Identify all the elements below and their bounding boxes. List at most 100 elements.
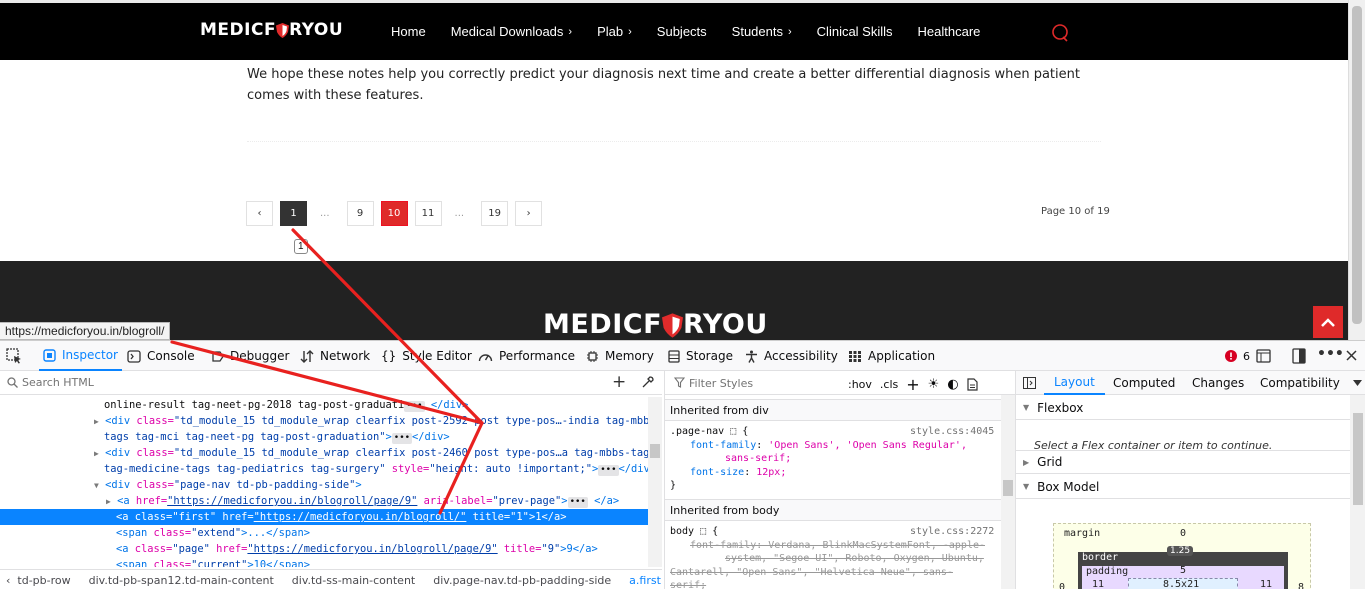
nav-plab[interactable]: Plab › [597, 24, 632, 39]
markup-scrollbar[interactable] [648, 397, 662, 567]
tab-memory[interactable]: Memory [586, 341, 654, 371]
nav-clinical-skills[interactable]: Clinical Skills [817, 24, 893, 39]
add-node-icon[interactable]: + [612, 372, 626, 392]
page-1-button[interactable]: 1 [280, 200, 307, 226]
tree-line[interactable]: <span class="extend">...</span> [116, 525, 310, 541]
eyedropper-icon[interactable] [641, 376, 654, 389]
breadcrumb-item[interactable]: div.td-pb-span12.td-main-content [89, 574, 274, 587]
light-mode-icon[interactable]: ☀ [928, 377, 940, 392]
css-rule[interactable]: body ⬚ {style.css:2272 font-family: Verd… [670, 525, 994, 589]
back-to-top-button[interactable] [1313, 306, 1343, 338]
tree-line[interactable]: tag-medicine-tags tag-pediatrics tag-sur… [104, 461, 648, 477]
tree-line[interactable]: ▶ <a href="https://medicforyou.in/blogro… [106, 493, 619, 509]
expand-arrow-icon[interactable]: ▶ [94, 449, 99, 458]
tree-line[interactable]: ▼ <div class="page-nav td-pb-padding-sid… [94, 477, 362, 493]
tab-application[interactable]: Application [848, 341, 935, 371]
scrollbar-thumb[interactable] [1003, 480, 1013, 496]
chevron-left-icon[interactable]: ‹ [6, 574, 10, 587]
next-page-button[interactable]: › [515, 200, 543, 226]
margin-top-value[interactable]: 0 [1180, 528, 1186, 539]
expand-arrow-icon[interactable]: ▶ [106, 497, 111, 506]
box-model-section-header[interactable]: ▼ Box Model [1016, 475, 1350, 499]
class-toggle[interactable]: .cls [880, 378, 898, 391]
layout-scrollbar[interactable] [1350, 395, 1365, 589]
nav-medical-downloads[interactable]: Medical Downloads › [451, 24, 572, 39]
tree-line[interactable]: online-result tag-neet-pg-2018 tag-post-… [104, 397, 468, 413]
prev-page-button[interactable]: ‹ [246, 200, 273, 226]
collapsed-badge[interactable]: ••• [391, 433, 413, 444]
nav-home[interactable]: Home [391, 24, 426, 39]
padding-left-value[interactable]: 11 [1092, 579, 1104, 589]
scrollbar-thumb[interactable] [1353, 413, 1363, 505]
flexbox-section-header[interactable]: ▼ Flexbox [1016, 396, 1350, 420]
breadcrumb-item-active[interactable]: a.first [629, 574, 661, 587]
tab-debugger[interactable]: Debugger [212, 341, 289, 371]
page-11-button[interactable]: 11 [414, 200, 442, 226]
tab-accessibility[interactable]: Accessibility [745, 341, 838, 371]
tree-line[interactable]: <a class="page" href="https://medicforyo… [116, 541, 598, 557]
element-picker-icon[interactable] [6, 348, 22, 364]
search-html-input[interactable]: Search HTML [22, 376, 94, 389]
attr-link[interactable]: "https://medicforyou.in/blogroll/" [254, 511, 467, 523]
grid-section-header[interactable]: ▶ Grid [1016, 450, 1350, 474]
content-size[interactable]: 8.5x21 [1163, 579, 1199, 589]
css-rule[interactable]: .page-nav ⬚ {style.css:4045 font-family:… [670, 425, 994, 493]
tab-inspector[interactable]: Inspector [39, 341, 122, 371]
scrollbar-thumb[interactable] [650, 444, 660, 458]
collapsed-badge[interactable]: ••• [598, 465, 619, 476]
more-options-icon[interactable]: ••• [1317, 346, 1344, 362]
tab-storage[interactable]: Storage [668, 341, 733, 371]
tab-console[interactable]: Console [127, 341, 195, 371]
breadcrumb-item[interactable]: div.td-ss-main-content [292, 574, 415, 587]
tab-compatibility[interactable]: Compatibility [1260, 371, 1340, 395]
nav-students[interactable]: Students › [732, 24, 792, 39]
scrollbar-thumb[interactable] [1352, 6, 1362, 324]
hover-toggle[interactable]: :hov [848, 378, 872, 391]
padding-right-value[interactable]: 11 [1260, 579, 1272, 589]
html-tree[interactable]: online-result tag-neet-pg-2018 tag-post-… [0, 397, 648, 567]
rules-scrollbar[interactable] [1001, 395, 1015, 589]
search-icon[interactable] [1051, 24, 1069, 42]
footer-logo[interactable]: MEDICF RYOU [543, 309, 768, 340]
source-link[interactable]: style.css:4045 [910, 425, 994, 439]
breadcrumb-item[interactable]: div.page-nav.td-pb-padding-side [433, 574, 611, 587]
search-html-bar[interactable]: Search HTML + [0, 371, 662, 395]
padding-top-value[interactable]: 5 [1180, 565, 1186, 576]
error-count-badge[interactable]: 6 [1225, 341, 1250, 371]
tree-line-selected[interactable]: <a class="first" href="https://medicfory… [0, 509, 648, 525]
tab-style-editor[interactable]: {} Style Editor [381, 341, 472, 371]
tree-line[interactable]: ▶ <div class="td_module_15 td_module_wra… [94, 413, 648, 429]
dock-options-icon[interactable] [1292, 348, 1306, 364]
chevron-down-icon[interactable] [1353, 380, 1362, 386]
tab-computed[interactable]: Computed [1113, 371, 1175, 395]
page-9-button[interactable]: 9 [346, 200, 374, 226]
dark-mode-icon[interactable]: ◐ [947, 377, 958, 392]
sidebar-toggle-icon[interactable] [1023, 377, 1036, 389]
border-top-value[interactable]: 1.25 [1167, 546, 1194, 556]
responsive-icon[interactable] [1256, 349, 1271, 363]
collapsed-badge[interactable]: ••• [567, 497, 588, 508]
breadcrumb-item[interactable]: td-pb-row [17, 574, 70, 587]
collapsed-badge[interactable]: ••• [404, 401, 425, 412]
tree-line[interactable]: tags tag-mci tag-neet-pg tag-post-gradua… [104, 429, 450, 445]
tab-layout[interactable]: Layout [1044, 371, 1105, 395]
collapse-arrow-icon[interactable]: ▼ [94, 481, 99, 490]
tab-changes[interactable]: Changes [1192, 371, 1244, 395]
attr-link[interactable]: "https://medicforyou.in/blogroll/page/9" [247, 543, 497, 555]
site-logo[interactable]: MEDICF RYOU [200, 20, 343, 40]
expand-arrow-icon[interactable]: ▶ [94, 417, 99, 426]
tree-line[interactable]: <span class="current">10</span> [116, 557, 310, 567]
filter-styles-input[interactable]: Filter Styles [689, 377, 753, 390]
nav-subjects[interactable]: Subjects [657, 24, 707, 39]
tree-line[interactable]: ▶ <div class="td_module_15 td_module_wra… [94, 445, 648, 461]
margin-left-value[interactable]: 0 [1059, 582, 1065, 589]
close-icon[interactable] [1346, 350, 1357, 361]
margin-right-value[interactable]: 8 [1298, 582, 1304, 589]
nav-healthcare[interactable]: Healthcare [918, 24, 981, 39]
source-link[interactable]: style.css:2272 [910, 525, 994, 539]
attr-link[interactable]: "https://medicforyou.in/blogroll/page/9" [167, 495, 417, 507]
page-19-button[interactable]: 19 [481, 200, 509, 226]
print-media-icon[interactable] [967, 378, 978, 391]
tab-performance[interactable]: Performance [478, 341, 575, 371]
page-scrollbar[interactable] [1348, 0, 1365, 340]
